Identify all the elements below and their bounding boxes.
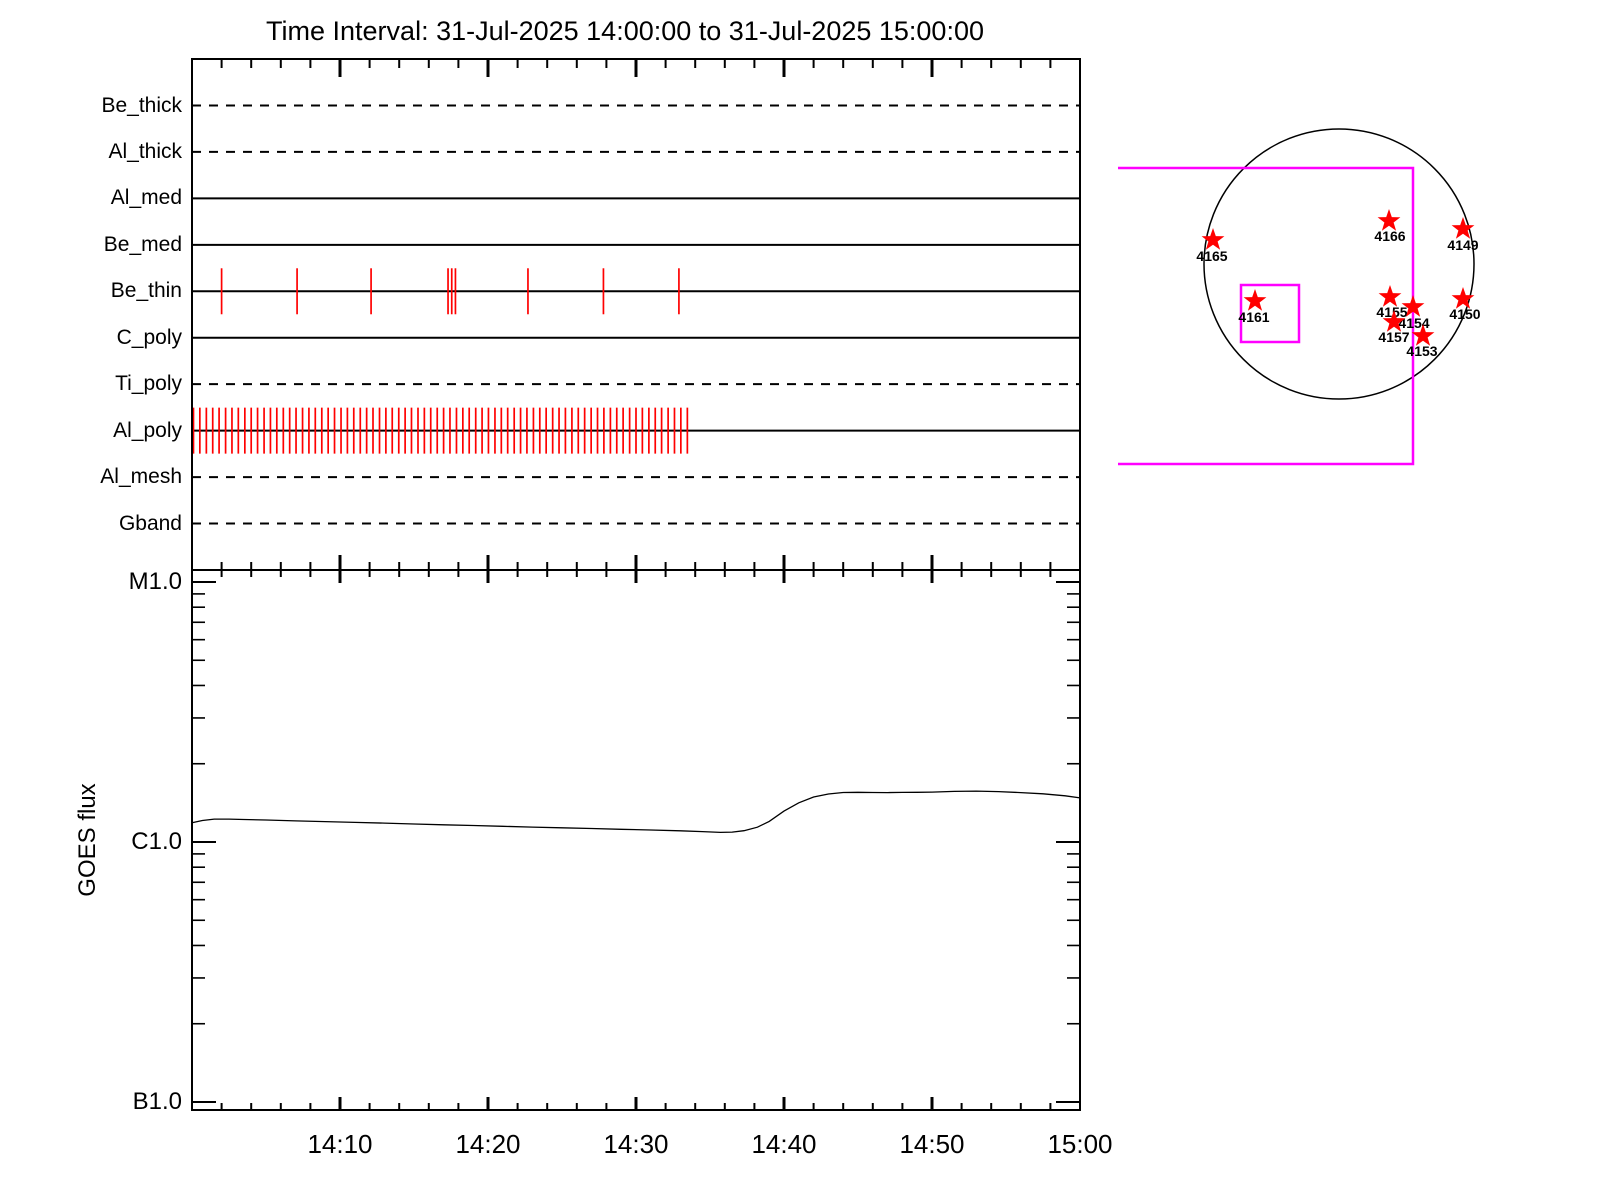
active-region-star-4161: [1243, 289, 1267, 311]
xtick-label-1500: 15:00: [1047, 1129, 1113, 1159]
goes-flux-curve: [191, 790, 1081, 834]
filter-label-al-poly: Al_poly: [113, 418, 182, 442]
active-region-label-4161: 4161: [1238, 309, 1269, 325]
goes-axis-title: GOES flux: [74, 783, 101, 897]
figure-canvas: 4165416641494161 41554154415041574153: [191, 58, 1481, 1111]
timeline-plot-frame: [191, 58, 1081, 571]
filter-label-al-thick: Al_thick: [108, 139, 182, 163]
filter-label-al-med: Al_med: [110, 186, 182, 210]
filter-label-gband: Gband: [118, 511, 182, 535]
filter-label-be-med: Be_med: [103, 232, 182, 256]
xtick-label-1420: 14:20: [455, 1129, 521, 1159]
filter-label-be-thin: Be_thin: [110, 279, 182, 303]
active-region-label-4153: 4153: [1406, 343, 1437, 359]
active-region-label-4149: 4149: [1447, 237, 1478, 253]
filter-label-al-mesh: Al_mesh: [100, 465, 182, 489]
goes-ytick-m1: M1.0: [128, 568, 182, 595]
filter-label-ti-poly: Ti_poly: [115, 372, 182, 396]
xtick-label-1430: 14:30: [603, 1129, 669, 1159]
xtick-label-1410: 14:10: [307, 1129, 373, 1159]
active-region-label-4157: 4157: [1378, 329, 1409, 345]
goes-plot-frame: [191, 569, 1081, 1111]
figure: 4165 4166 4149 4161 4155 4154 4150 4157 4153 Tim…: [0, 0, 1600, 1200]
active-region-label-4166: 4166: [1374, 228, 1405, 244]
goes-ytick-b1: B1.0: [132, 1088, 182, 1115]
filter-label-c-poly: C_poly: [116, 325, 182, 349]
active-region-label-4165: 4165: [1196, 248, 1227, 264]
figure-title: Time Interval: 31-Jul-2025 14:00:00 to 3…: [266, 16, 984, 46]
xtick-label-1440: 14:40: [751, 1129, 817, 1159]
filter-label-be-thick: Be_thick: [101, 93, 182, 117]
goes-ytick-c1: C1.0: [131, 828, 182, 855]
active-region-label-4150: 4150: [1449, 306, 1480, 322]
xtick-label-1450: 14:50: [899, 1129, 965, 1159]
